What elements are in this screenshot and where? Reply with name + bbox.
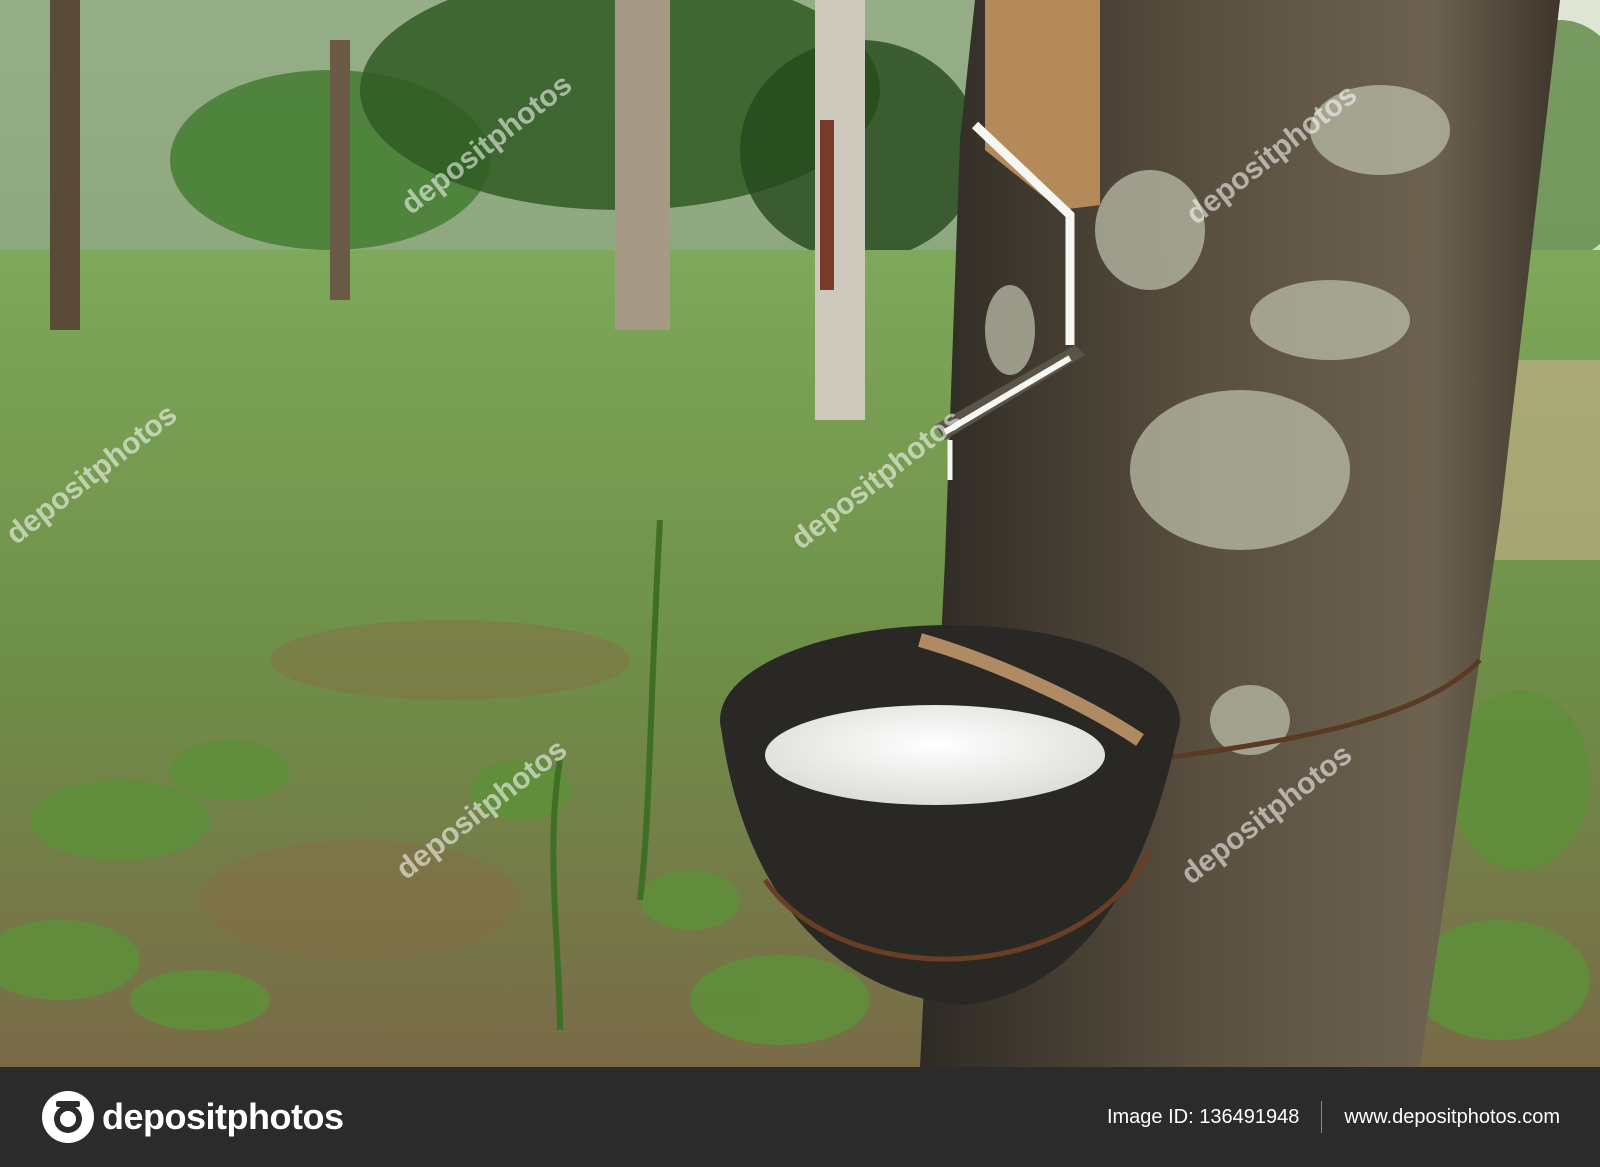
rubber-tree-photo: depositphotos depositphotos depositphoto… xyxy=(0,0,1600,1067)
footer-info: Image ID: 136491948 www.depositphotos.co… xyxy=(1107,1101,1560,1133)
photo-illustration xyxy=(0,0,1600,1067)
website-link[interactable]: www.depositphotos.com xyxy=(1344,1106,1560,1129)
stock-footer-bar: depositphotos Image ID: 136491948 www.de… xyxy=(0,1067,1600,1167)
camera-icon xyxy=(42,1091,94,1143)
stock-photo-frame: depositphotos depositphotos depositphoto… xyxy=(0,0,1600,1167)
depositphotos-logo: depositphotos xyxy=(40,1089,344,1145)
logo-text: depositphotos xyxy=(102,1096,344,1137)
footer-divider xyxy=(1321,1101,1323,1133)
image-id-label: Image ID: 136491948 xyxy=(1106,1105,1300,1128)
